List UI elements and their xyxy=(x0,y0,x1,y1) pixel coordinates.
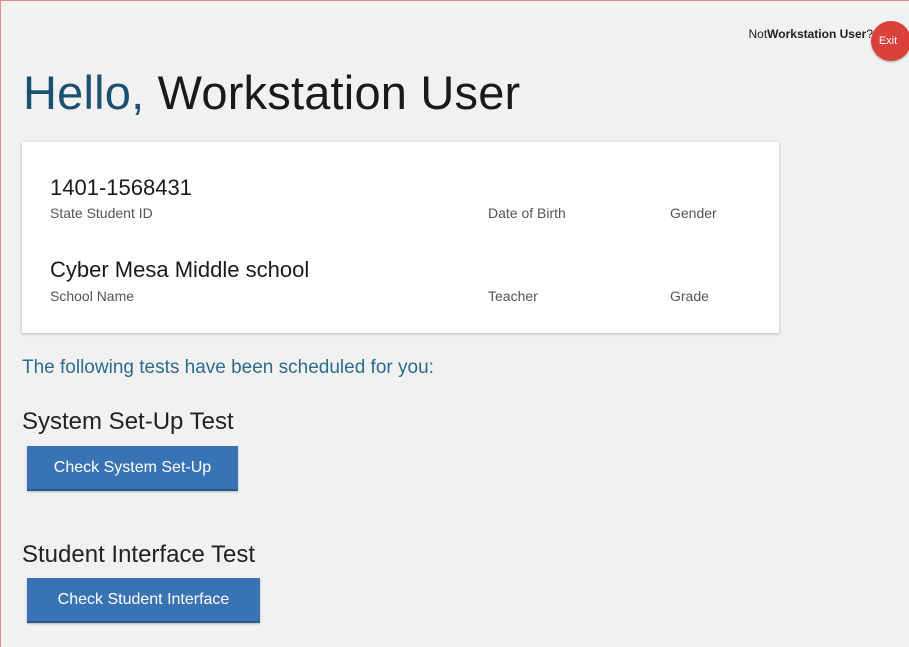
system-test-title: System Set-Up Test xyxy=(22,408,234,435)
greeting-name: Workstation User xyxy=(157,66,521,119)
grade-label: Grade xyxy=(670,288,709,304)
not-prefix: Not xyxy=(748,27,768,41)
school-name-label: School Name xyxy=(50,288,135,304)
gender-label: Gender xyxy=(670,205,717,221)
scheduled-tests-heading: The following tests have been scheduled … xyxy=(22,357,434,378)
page-title: Hello, Workstation User xyxy=(23,67,520,119)
teacher-label: Teacher xyxy=(488,288,538,304)
current-user-name: Workstation User xyxy=(767,27,867,41)
check-student-interface-button[interactable]: Check Student Interface xyxy=(27,578,260,623)
student-id-value: 1401-1568431 xyxy=(50,175,192,200)
greeting-hello: Hello, xyxy=(23,66,145,119)
student-id-label: State Student ID xyxy=(50,205,153,221)
dob-label: Date of Birth xyxy=(488,205,566,221)
page: Not Workstation User? Exit Hello, Workst… xyxy=(0,0,909,647)
student-info-card: 1401-1568431 State Student ID Date of Bi… xyxy=(22,142,779,333)
user-switch-prompt: Not Workstation User? xyxy=(748,27,873,41)
exit-label: Exit xyxy=(878,35,898,47)
check-system-setup-button[interactable]: Check System Set-Up xyxy=(27,446,238,491)
student-interface-test-title: Student Interface Test xyxy=(22,541,256,568)
school-name-value: Cyber Mesa Middle school xyxy=(50,257,310,282)
exit-button[interactable]: Exit xyxy=(871,21,909,61)
